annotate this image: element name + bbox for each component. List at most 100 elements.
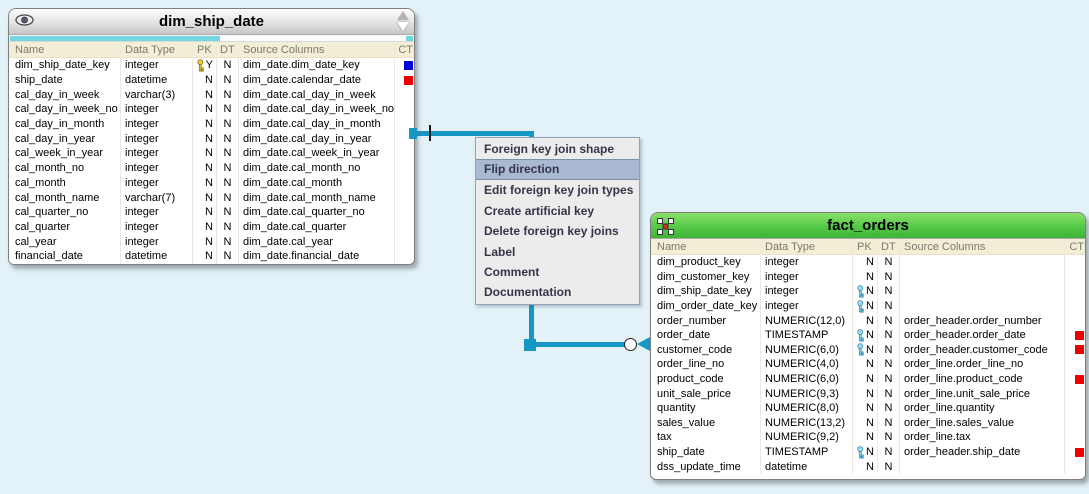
column-dt-cell: N	[878, 386, 900, 401]
diagram-canvas[interactable]: dim_ship_date Name Data Type PK DT Sourc…	[0, 0, 1089, 494]
primary-key-icon	[197, 59, 204, 72]
table-bottom-padding	[651, 474, 1085, 479]
eye-icon[interactable]	[15, 13, 34, 31]
table-row[interactable]: unit_sale_price NUMERIC(9,3) N N order_l…	[651, 386, 1085, 401]
table-row[interactable]: order_number NUMERIC(12,0) N N order_hea…	[651, 313, 1085, 328]
column-ct-cell	[1065, 328, 1085, 343]
column-name-cell: dim_ship_date_key	[9, 58, 121, 73]
table-titlebar[interactable]: dim_ship_date	[9, 9, 414, 35]
column-ct-cell	[395, 146, 414, 161]
column-ct-cell	[395, 190, 414, 205]
table-row[interactable]: cal_day_in_week varchar(3) N N dim_date.…	[9, 87, 414, 103]
ct-color-square	[404, 237, 413, 246]
menu-item[interactable]: Documentation	[476, 282, 639, 302]
scrollbar-nub	[406, 36, 413, 41]
table-row[interactable]: dim_ship_date_key integer Y N dim_date.d…	[9, 58, 414, 73]
column-dt-cell: N	[878, 400, 900, 416]
column-source-cell: order_line.tax	[900, 430, 1065, 445]
scroll-up-icon[interactable]	[397, 11, 409, 20]
table-row[interactable]: cal_quarter integer N N dim_date.cal_qua…	[9, 219, 414, 235]
column-header-type: Data Type	[121, 42, 193, 58]
column-name-cell: cal_month_no	[9, 160, 121, 176]
column-source-cell: dim_date.cal_week_in_year	[239, 146, 395, 161]
column-type-cell: NUMERIC(9,3)	[761, 386, 853, 401]
table-row[interactable]: cal_day_in_month integer N N dim_date.ca…	[9, 116, 414, 132]
table-row[interactable]: cal_month_name varchar(7) N N dim_date.c…	[9, 190, 414, 205]
column-dt-cell: N	[878, 313, 900, 328]
column-name-cell: unit_sale_price	[651, 386, 761, 401]
table-row[interactable]: product_code NUMERIC(6,0) N N order_line…	[651, 371, 1085, 387]
table-row[interactable]: cal_day_in_week_no integer N N dim_date.…	[9, 102, 414, 117]
column-type-cell: integer	[121, 234, 193, 249]
table-row[interactable]: dim_order_date_key integer N N	[651, 298, 1085, 314]
menu-item[interactable]: Comment	[476, 262, 639, 282]
table-row[interactable]: order_date TIMESTAMP N N order_header.or…	[651, 327, 1085, 343]
column-ct-cell	[1065, 401, 1085, 416]
table-row[interactable]: quantity NUMERIC(8,0) N N order_line.qua…	[651, 400, 1085, 416]
ct-color-square	[1075, 389, 1084, 398]
table-row[interactable]: dim_customer_key integer N N	[651, 269, 1085, 285]
column-name-cell: order_date	[651, 327, 761, 343]
ct-color-square	[1075, 345, 1084, 355]
column-pk-cell: N	[853, 371, 878, 387]
table-row[interactable]: ship_date TIMESTAMP N N order_header.shi…	[651, 444, 1085, 460]
column-type-cell: TIMESTAMP	[761, 327, 853, 343]
table-row[interactable]: order_line_no NUMERIC(4,0) N N order_lin…	[651, 357, 1085, 372]
column-type-cell: datetime	[121, 248, 193, 264]
column-header-dt: DT	[878, 239, 900, 255]
table-row[interactable]: dim_product_key integer N N	[651, 255, 1085, 270]
table-row[interactable]: dss_update_time datetime N N	[651, 459, 1085, 474]
table-row[interactable]: cal_quarter_no integer N N dim_date.cal_…	[9, 204, 414, 220]
table-row[interactable]: cal_day_in_year integer N N dim_date.cal…	[9, 131, 414, 147]
table-row[interactable]: dim_ship_date_key integer N N	[651, 284, 1085, 299]
fk-join-line-horizontal-bottom[interactable]	[530, 342, 627, 347]
column-pk-cell: N	[853, 386, 878, 401]
column-name-cell: dim_customer_key	[651, 269, 761, 285]
primary-key-icon	[857, 299, 864, 313]
column-ct-cell	[1065, 430, 1085, 445]
column-dt-cell: N	[217, 116, 239, 132]
column-pk-cell: N	[853, 327, 878, 343]
ct-color-square	[404, 208, 413, 217]
menu-item[interactable]: Foreign key join shape	[476, 139, 639, 159]
column-dt-cell: N	[217, 146, 239, 161]
column-ct-cell	[1065, 313, 1085, 328]
horizontal-scrollbar[interactable]	[9, 35, 414, 42]
column-source-cell: dim_date.calendar_date	[239, 72, 395, 88]
ct-color-square	[404, 178, 413, 187]
table-row[interactable]: ship_date datetime N N dim_date.calendar…	[9, 72, 414, 88]
table-row[interactable]: cal_week_in_year integer N N dim_date.ca…	[9, 146, 414, 161]
column-header-name: Name	[651, 239, 761, 255]
fk-join-circle-end[interactable]	[624, 338, 637, 351]
menu-item[interactable]: Edit foreign key join types	[476, 180, 639, 200]
menu-item[interactable]: Delete foreign key joins	[476, 221, 639, 241]
ct-color-square	[1075, 272, 1084, 281]
scrollbar-thumb[interactable]	[10, 36, 220, 41]
column-type-cell: integer	[121, 58, 193, 73]
menu-item[interactable]: Label	[476, 242, 639, 262]
column-dt-cell: N	[217, 190, 239, 205]
menu-item[interactable]: Create artificial key	[476, 201, 639, 221]
menu-item[interactable]: Flip direction	[476, 159, 639, 181]
table-dim-ship-date[interactable]: dim_ship_date Name Data Type PK DT Sourc…	[8, 8, 415, 265]
ct-color-square	[404, 149, 413, 158]
column-pk-cell: N	[853, 444, 878, 460]
table-row[interactable]: cal_month_no integer N N dim_date.cal_mo…	[9, 160, 414, 176]
table-titlebar[interactable]: fact_orders	[651, 213, 1085, 239]
table-row[interactable]: customer_code NUMERIC(6,0) N N order_hea…	[651, 342, 1085, 358]
table-row[interactable]: financial_date datetime N N dim_date.fin…	[9, 248, 414, 264]
column-source-cell: dim_date.cal_month_name	[239, 190, 395, 205]
scroll-down-icon[interactable]	[397, 22, 409, 31]
table-row[interactable]: cal_year integer N N dim_date.cal_year	[9, 234, 414, 249]
table-row[interactable]: sales_value NUMERIC(13,2) N N order_line…	[651, 415, 1085, 431]
column-dt-cell: N	[878, 430, 900, 445]
table-row[interactable]: cal_month integer N N dim_date.cal_month	[9, 175, 414, 191]
table-row[interactable]: tax NUMERIC(9,2) N N order_line.tax	[651, 430, 1085, 445]
column-pk-cell: N	[193, 87, 217, 103]
table-fact-orders[interactable]: fact_orders Name Data Type PK DT Source …	[650, 212, 1086, 480]
ct-color-square	[1075, 404, 1084, 413]
ct-color-square	[404, 90, 413, 99]
column-ct-cell	[395, 220, 414, 235]
column-name-cell: dim_product_key	[651, 255, 761, 270]
column-dt-cell: N	[217, 248, 239, 264]
